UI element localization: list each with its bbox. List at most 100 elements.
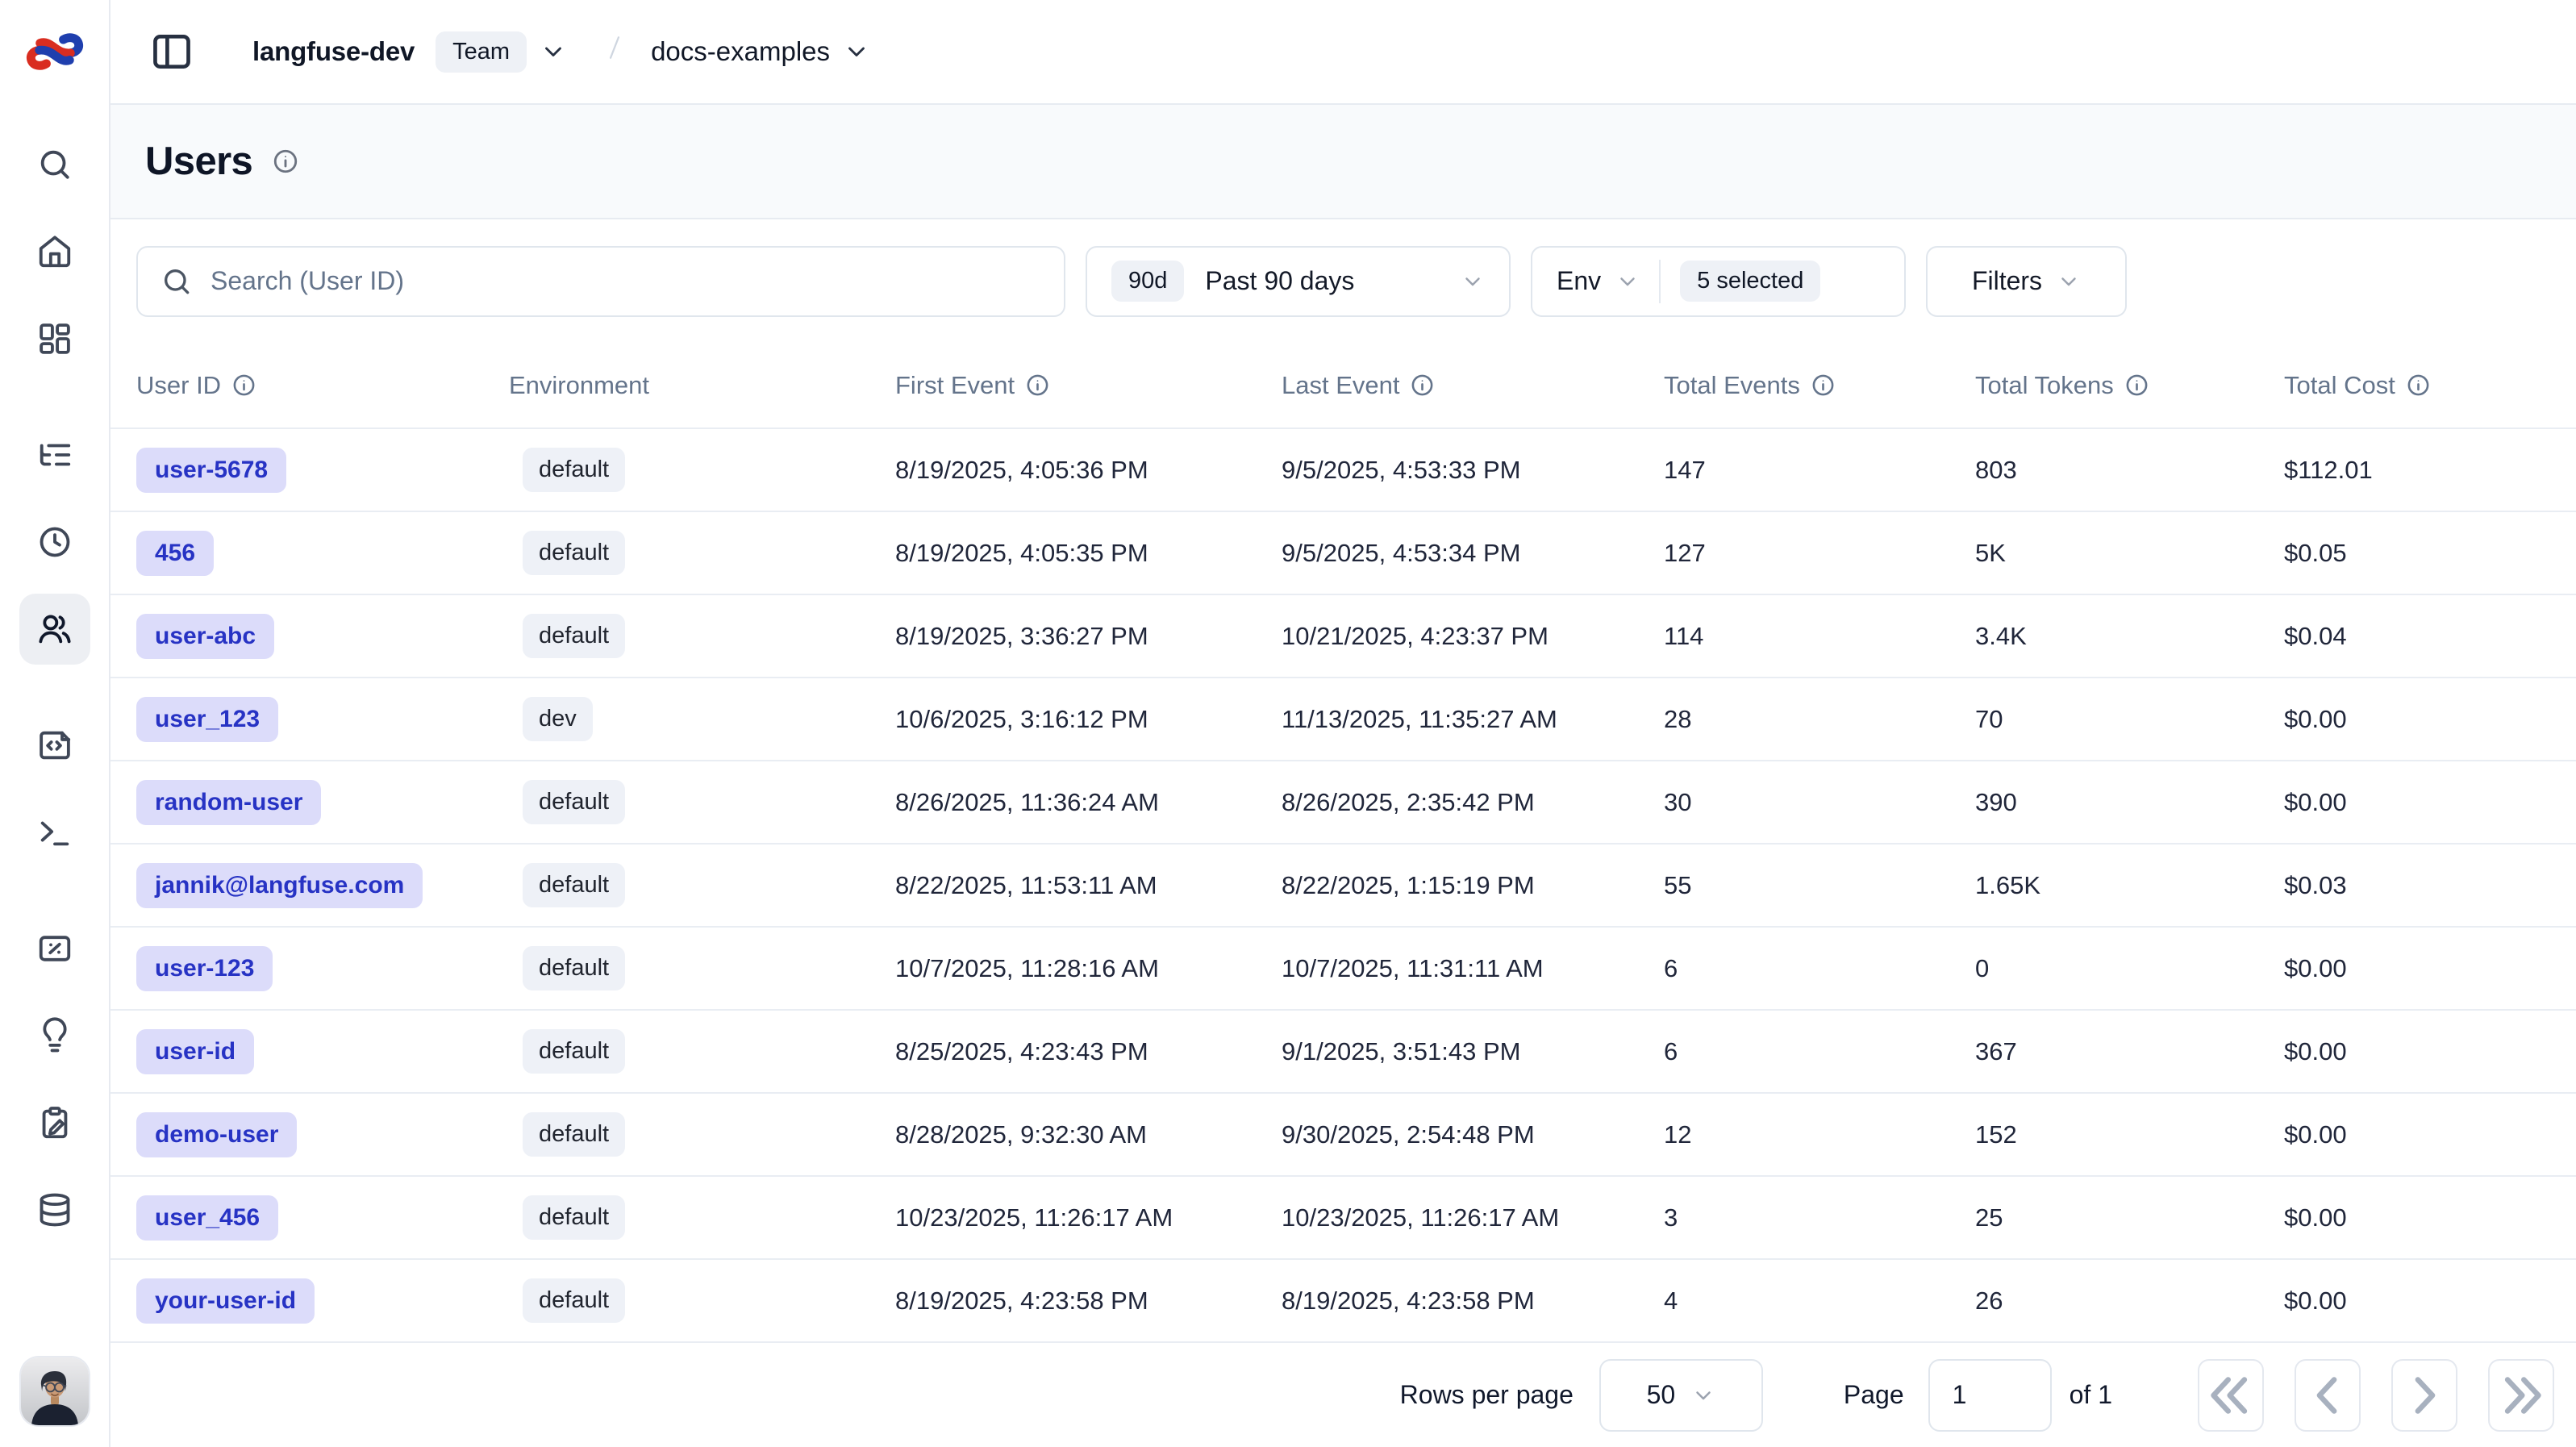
total-tokens-cell: 803 (1975, 429, 2284, 511)
environment-cell: default (509, 1260, 895, 1341)
user-id-cell: 456 (136, 512, 509, 594)
sidebar-item-dashboards[interactable] (19, 303, 90, 374)
user-id-badge[interactable]: user_456 (136, 1195, 278, 1241)
column-header-total_events[interactable]: Total Events (1664, 343, 1975, 427)
total-tokens-cell: 390 (1975, 761, 2284, 843)
user-id-badge[interactable]: user-id (136, 1029, 254, 1074)
column-header-label: Last Event (1282, 371, 1399, 400)
chevron-down-icon (1615, 269, 1640, 294)
table-row[interactable]: user-123default10/7/2025, 11:28:16 AM10/… (110, 926, 2576, 1009)
previous-page-button[interactable] (2295, 1359, 2361, 1432)
sidebar-item-evaluators[interactable] (19, 1000, 90, 1071)
org-switcher-chevron[interactable] (540, 38, 567, 65)
column-header-total_tokens[interactable]: Total Tokens (1975, 343, 2284, 427)
environment-badge: default (523, 531, 625, 575)
info-icon[interactable] (272, 148, 299, 175)
org-name[interactable]: langfuse-dev (252, 36, 415, 67)
info-icon[interactable] (2406, 373, 2431, 398)
project-name[interactable]: docs-examples (651, 36, 830, 67)
first-event-cell: 8/25/2025, 4:23:43 PM (895, 1011, 1282, 1092)
column-header-environment[interactable]: Environment (509, 343, 895, 427)
search-input[interactable] (210, 266, 1041, 296)
total-events-cell: 127 (1664, 512, 1975, 594)
filters-button[interactable]: Filters (1926, 246, 2127, 317)
user-id-cell: user_456 (136, 1177, 509, 1258)
info-icon[interactable] (1811, 373, 1836, 398)
info-icon[interactable] (2124, 373, 2149, 398)
table-row[interactable]: user-abcdefault8/19/2025, 3:36:27 PM10/2… (110, 594, 2576, 677)
info-icon[interactable] (1025, 373, 1050, 398)
sidebar-item-users[interactable] (19, 594, 90, 665)
column-header-label: First Event (895, 371, 1015, 400)
project-switcher-chevron[interactable] (843, 38, 870, 65)
user-id-cell: jannik@langfuse.com (136, 844, 509, 926)
last-event-cell: 10/21/2025, 4:23:37 PM (1282, 595, 1664, 677)
date-range-button[interactable]: 90d Past 90 days (1086, 246, 1511, 317)
page-header: Users (110, 105, 2576, 219)
table-row[interactable]: user_456default10/23/2025, 11:26:17 AM10… (110, 1175, 2576, 1258)
table-row[interactable]: jannik@langfuse.comdefault8/22/2025, 11:… (110, 843, 2576, 926)
sidebar-toggle-button[interactable] (149, 29, 194, 74)
first-page-button[interactable] (2198, 1359, 2264, 1432)
table-row[interactable]: user_123dev10/6/2025, 3:16:12 PM11/13/20… (110, 677, 2576, 760)
user-id-badge[interactable]: user-123 (136, 946, 273, 991)
total-events-cell: 12 (1664, 1094, 1975, 1175)
user-id-badge[interactable]: user-abc (136, 614, 274, 659)
main-content: Users 90d Past 90 days Env 5 selected Fi… (110, 105, 2576, 1447)
info-icon[interactable] (231, 373, 256, 398)
last-event-cell: 8/19/2025, 4:23:58 PM (1282, 1260, 1664, 1341)
last-event-cell: 11/13/2025, 11:35:27 AM (1282, 678, 1664, 760)
page-number-input[interactable] (1928, 1359, 2052, 1432)
sidebar-item-home[interactable] (19, 216, 90, 287)
user-id-badge[interactable]: user_123 (136, 697, 278, 742)
first-event-cell: 10/23/2025, 11:26:17 AM (895, 1177, 1282, 1258)
table-row[interactable]: user-iddefault8/25/2025, 4:23:43 PM9/1/2… (110, 1009, 2576, 1092)
user-id-badge[interactable]: demo-user (136, 1112, 297, 1157)
user-id-badge[interactable]: jannik@langfuse.com (136, 863, 423, 908)
sidebar-item-datasets[interactable] (19, 1174, 90, 1245)
sidebar-item-prompts[interactable] (19, 710, 90, 781)
table-row[interactable]: your-user-id default 8/19/2025, 4:23:58 PM… (110, 1258, 2576, 1341)
total-tokens-cell: 152 (1975, 1094, 2284, 1175)
last-page-button[interactable] (2488, 1359, 2554, 1432)
environment-cell: default (509, 1177, 895, 1258)
environment-badge: default (523, 1029, 625, 1074)
table-body: user-5678default8/19/2025, 4:05:36 PM9/5… (110, 427, 2576, 1341)
sidebar-item-annotation[interactable] (19, 1087, 90, 1158)
user-id-badge[interactable]: random-user (136, 780, 321, 825)
column-header-label: Environment (509, 371, 649, 400)
table-row[interactable]: user-5678default8/19/2025, 4:05:36 PM9/5… (110, 427, 2576, 511)
user-avatar[interactable] (21, 1357, 89, 1425)
next-page-button[interactable] (2391, 1359, 2457, 1432)
column-header-label: Total Tokens (1975, 371, 2114, 400)
column-header-first_event[interactable]: First Event (895, 343, 1282, 427)
info-icon[interactable] (1410, 373, 1435, 398)
environment-badge: default (523, 448, 625, 492)
environment-filter-button[interactable]: Env 5 selected (1531, 246, 1906, 317)
sidebar-item-search[interactable] (19, 129, 90, 200)
last-event-cell: 9/30/2025, 2:54:48 PM (1282, 1094, 1664, 1175)
first-event-cell: 10/7/2025, 11:28:16 AM (895, 928, 1282, 1009)
rows-per-page-select[interactable]: 50 (1599, 1359, 1763, 1432)
sidebar-item-scores[interactable] (19, 913, 90, 984)
sidebar-item-playground[interactable] (19, 797, 90, 868)
table-row[interactable]: demo-userdefault8/28/2025, 9:32:30 AM9/3… (110, 1092, 2576, 1175)
user-id-badge[interactable]: your-user-id (136, 1278, 315, 1324)
column-header-user_id[interactable]: User ID (136, 343, 509, 427)
total-tokens-cell: 3.4K (1975, 595, 2284, 677)
total-tokens-cell: 26 (1975, 1260, 2284, 1341)
table-row[interactable]: 456default8/19/2025, 4:05:35 PM9/5/2025,… (110, 511, 2576, 594)
column-header-total_cost[interactable]: Total Cost (2284, 343, 2576, 427)
dashboard-icon (36, 320, 73, 357)
langfuse-logo[interactable] (21, 18, 89, 85)
total-cost-cell: $0.00 (2284, 1260, 2576, 1341)
sidebar-item-sessions[interactable] (19, 507, 90, 578)
total-tokens-cell: 1.65K (1975, 844, 2284, 926)
table-row[interactable]: random-userdefault8/26/2025, 11:36:24 AM… (110, 760, 2576, 843)
total-cost-cell: $0.04 (2284, 595, 2576, 677)
search-box[interactable] (136, 246, 1065, 317)
user-id-badge[interactable]: 456 (136, 531, 214, 576)
column-header-last_event[interactable]: Last Event (1282, 343, 1664, 427)
sidebar-item-tracing[interactable] (19, 419, 90, 490)
user-id-badge[interactable]: user-5678 (136, 448, 286, 493)
